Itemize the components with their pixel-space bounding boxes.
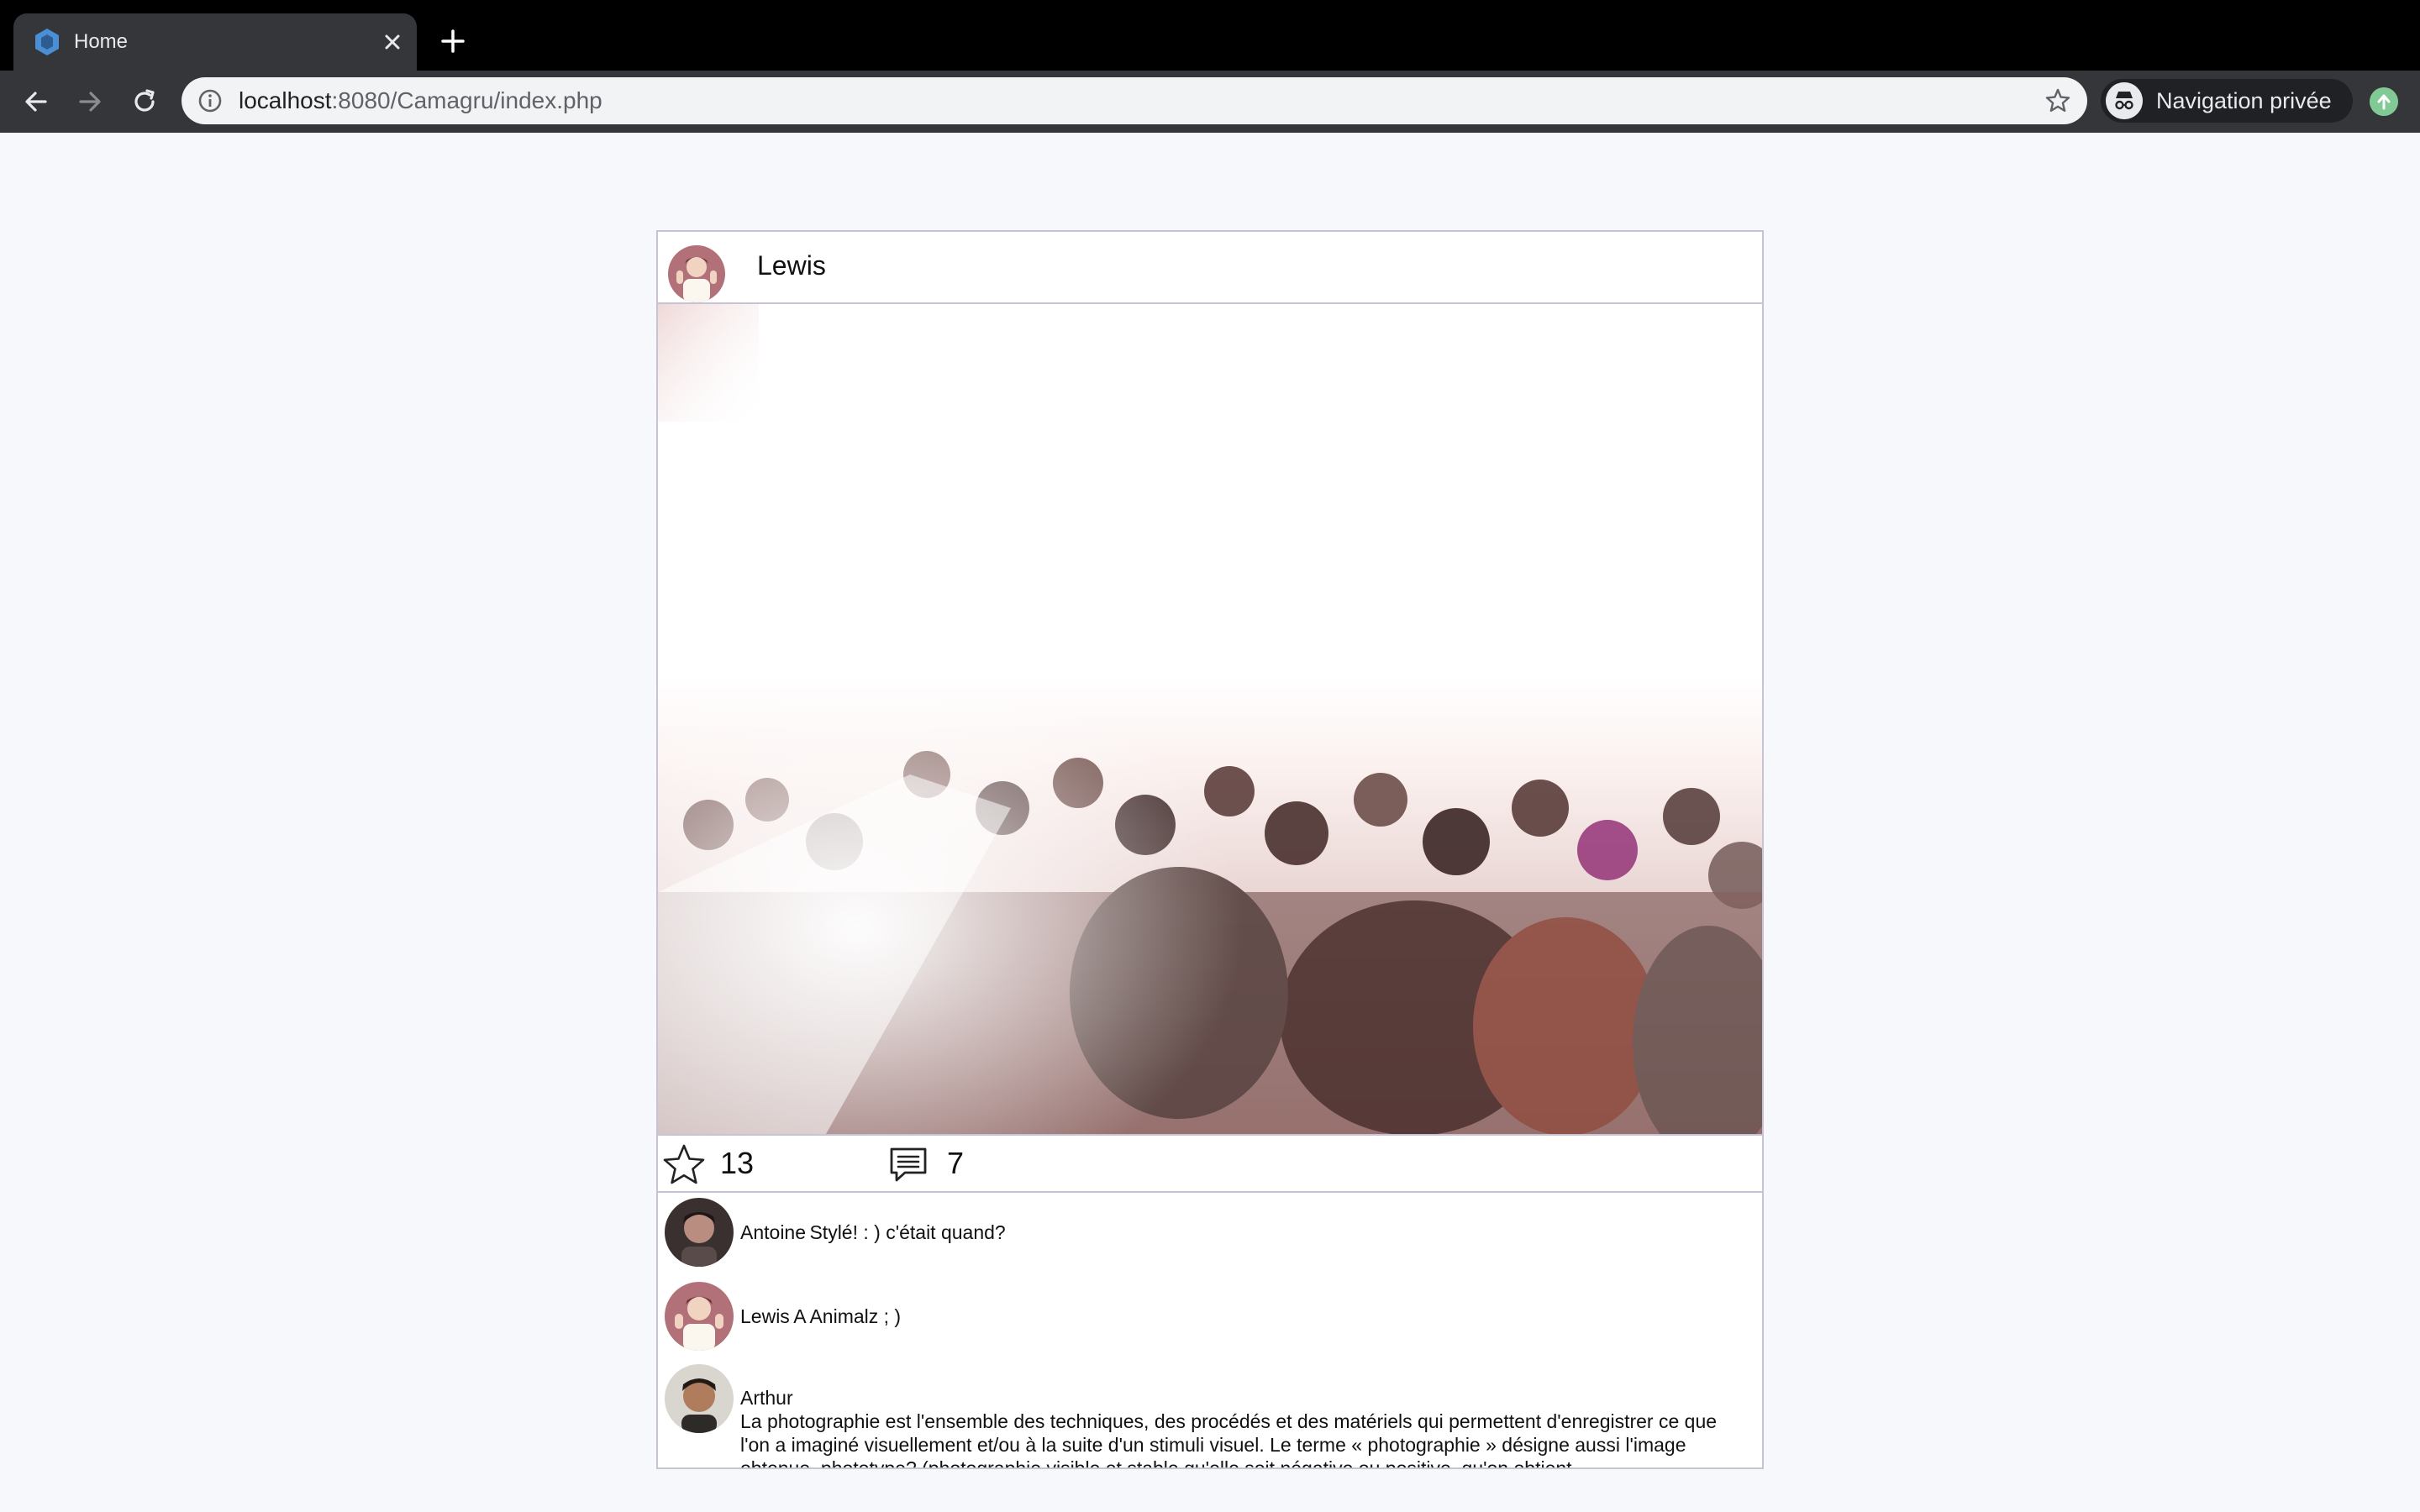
star-icon[interactable]: [2044, 87, 2072, 115]
post-actions: 13 7: [658, 1134, 1762, 1193]
url-text: localhost:8080/Camagru/index.php: [239, 77, 602, 124]
browser-tab-strip: Home: [0, 0, 2420, 71]
star-icon[interactable]: [661, 1142, 707, 1188]
plus-icon[interactable]: [439, 27, 467, 55]
comment-line: Lewis A Animalz ; ): [740, 1304, 901, 1332]
comment-line: Antoine Stylé! : ) c'était quand?: [740, 1220, 1006, 1248]
reload-icon[interactable]: [129, 86, 160, 118]
comment-text: Stylé! : ) c'était quand?: [809, 1221, 1006, 1243]
url-path: :8080/Camagru/index.php: [331, 87, 602, 113]
forward-arrow-icon[interactable]: [74, 86, 106, 118]
update-icon[interactable]: [2370, 87, 2398, 116]
post-author-name[interactable]: Lewis: [757, 249, 826, 282]
author-avatar[interactable]: [668, 245, 725, 302]
comment-author[interactable]: Lewis: [740, 1305, 790, 1327]
commenter-avatar[interactable]: [665, 1364, 734, 1433]
tab-title: Home: [74, 30, 129, 53]
post-card: Lewis 13 7 Antoine Stylé!:) c'était qu…: [656, 230, 1764, 1469]
comments-count: 7: [947, 1146, 965, 1180]
comment-icon[interactable]: [886, 1142, 930, 1186]
commenter-avatar[interactable]: [665, 1198, 734, 1267]
comment-author[interactable]: Arthur: [740, 1386, 1749, 1410]
back-arrow-icon[interactable]: [20, 86, 52, 118]
app-favicon-icon: [35, 29, 59, 55]
post-header: Lewis: [658, 232, 1762, 304]
address-bar[interactable]: localhost:8080/Camagru/index.php: [182, 77, 2087, 124]
info-icon[interactable]: [197, 87, 224, 114]
likes-count: 13: [720, 1146, 755, 1180]
incognito-indicator[interactable]: Navigation privée: [2101, 79, 2353, 123]
incognito-label: Navigation privée: [2156, 88, 2332, 113]
browser-tab-home[interactable]: Home: [13, 13, 417, 71]
comment-author[interactable]: Antoine: [740, 1221, 806, 1243]
comment-text: La photographie est l'ensemble des techn…: [740, 1410, 1718, 1469]
browser-toolbar: localhost:8080/Camagru/index.php Navigat…: [0, 71, 2420, 133]
comment-text: A Animalz ; ): [793, 1305, 902, 1327]
close-icon[interactable]: [380, 29, 405, 55]
url-host: localhost: [239, 87, 332, 113]
incognito-icon: [2106, 82, 2143, 119]
commenter-avatar[interactable]: [665, 1282, 734, 1351]
post-photo: [658, 304, 1762, 1134]
comment-line: Arthur La photographie est l'ensemble de…: [740, 1386, 1749, 1469]
